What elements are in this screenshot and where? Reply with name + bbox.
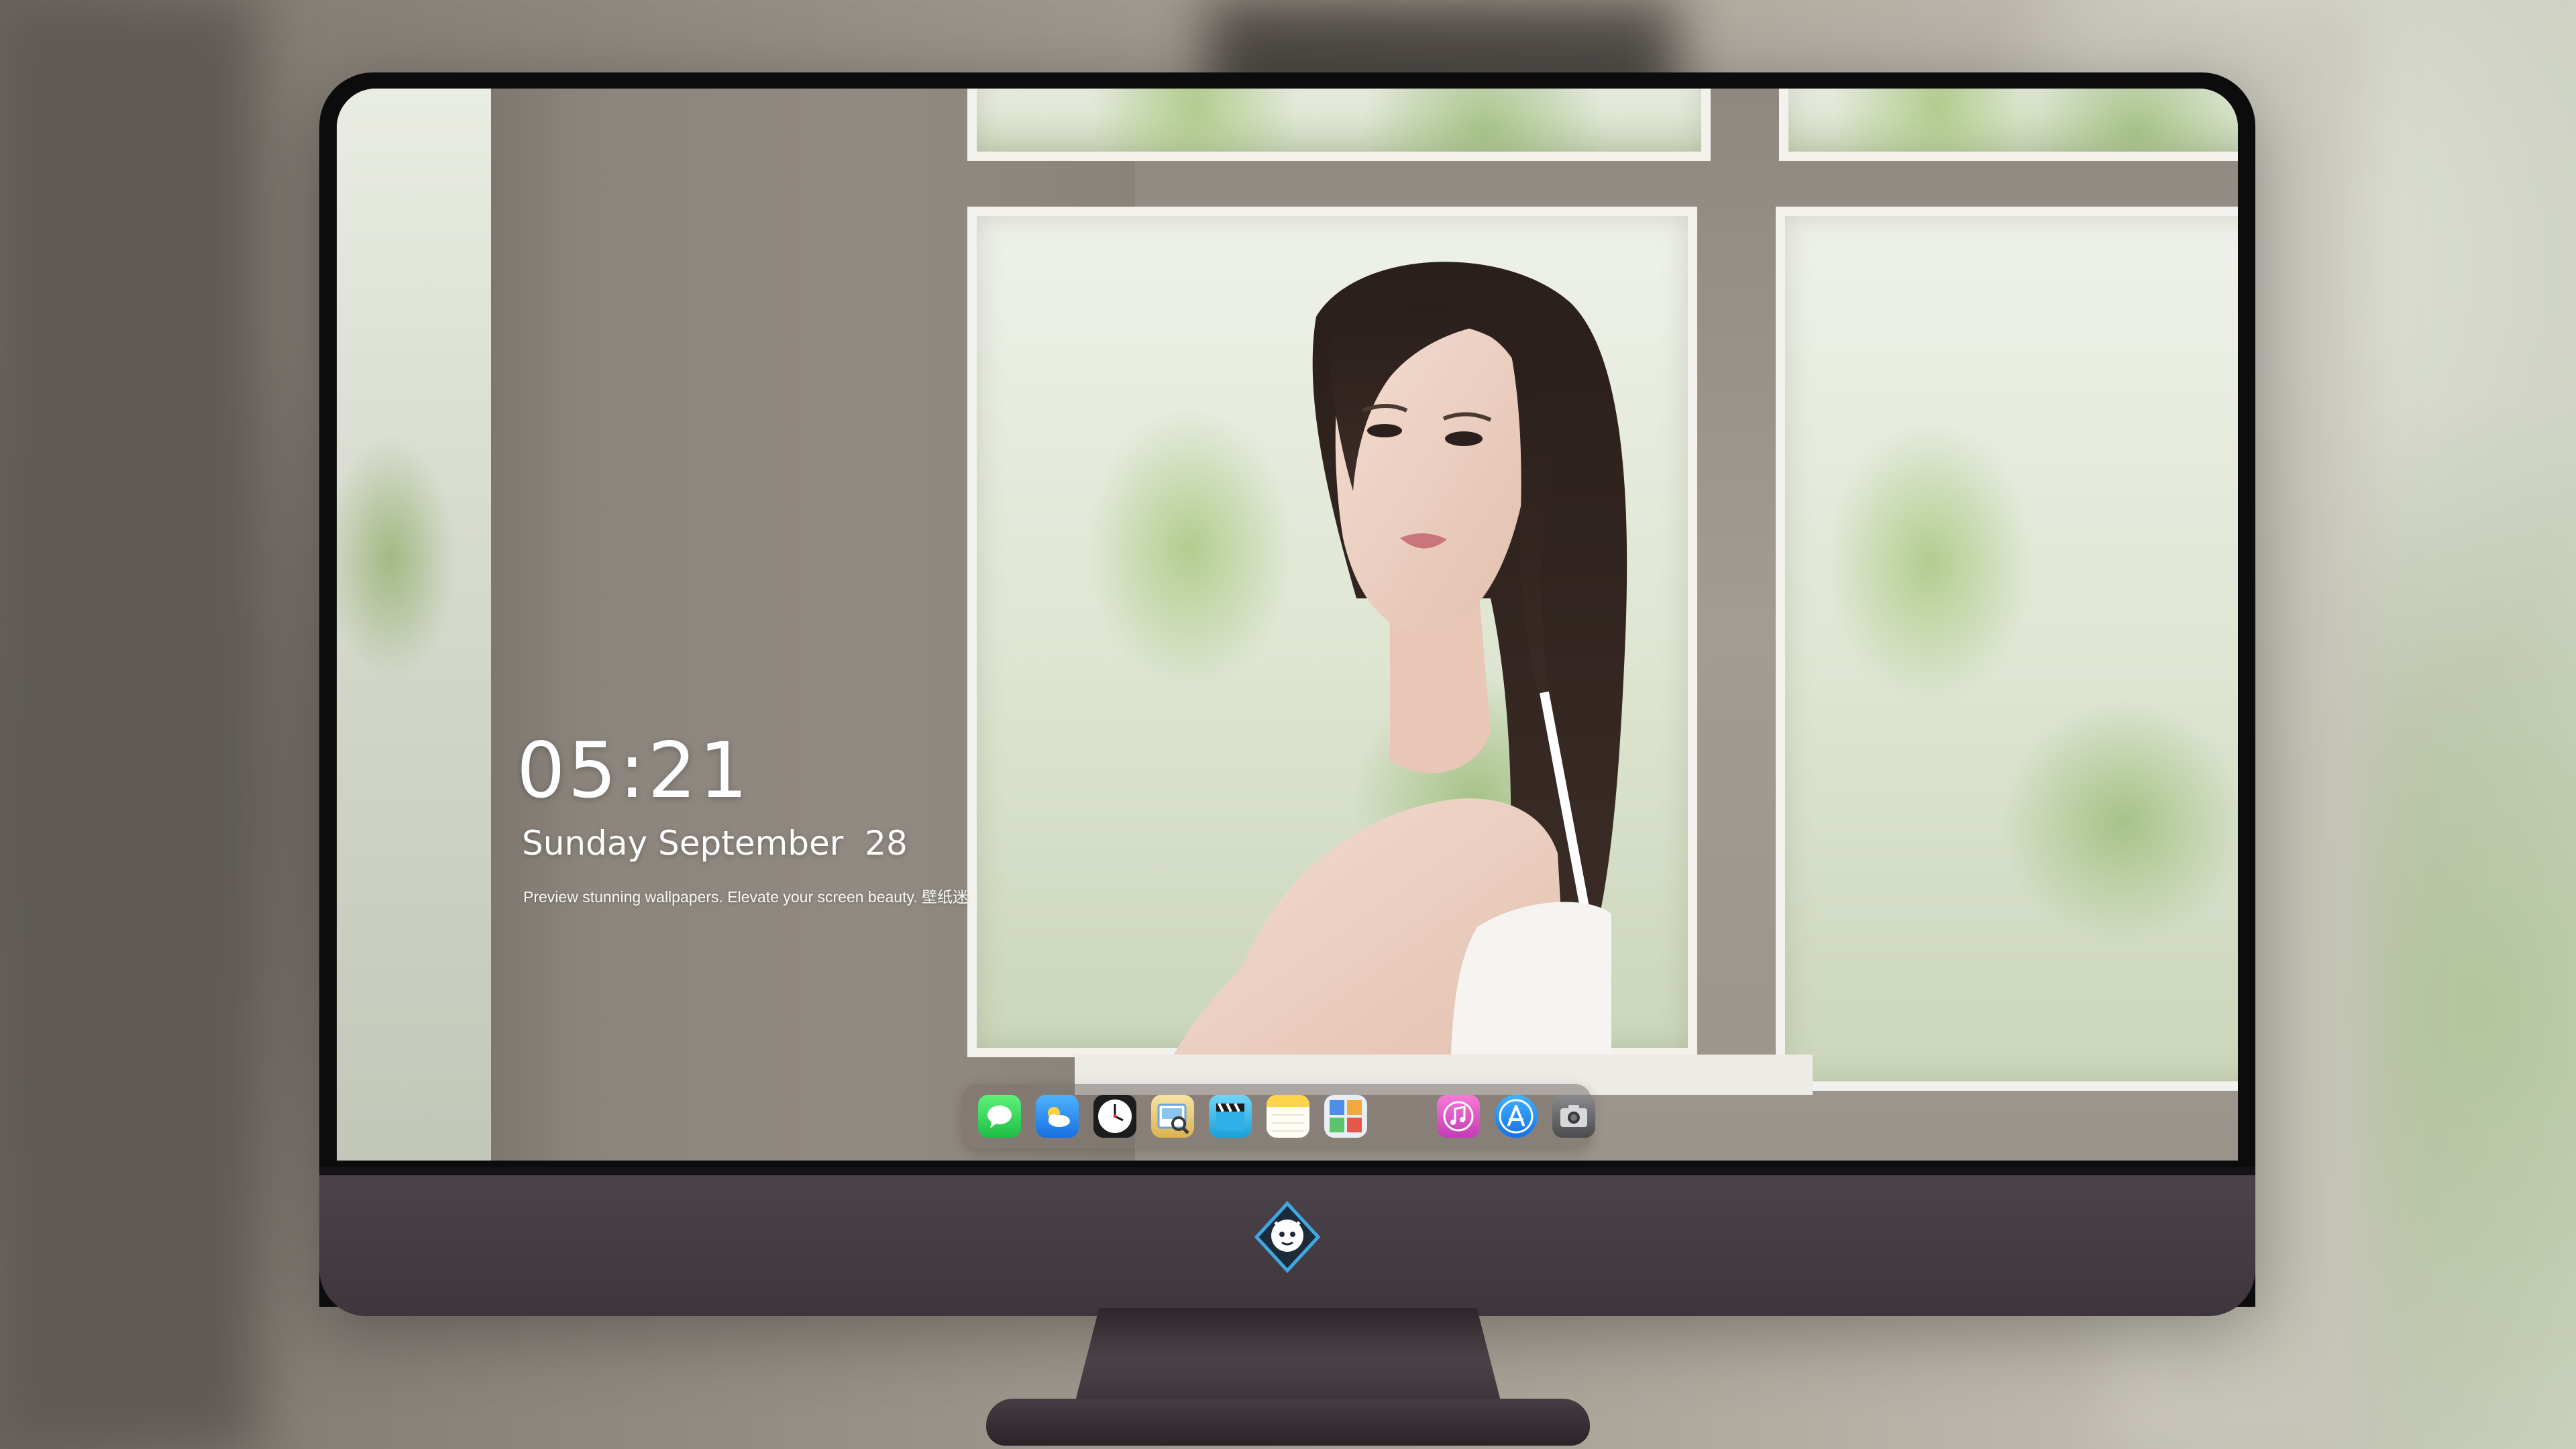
lockscreen-tagline: Preview stunning wallpapers. Elevate you… bbox=[523, 888, 969, 906]
preview-icon[interactable] bbox=[1151, 1095, 1194, 1138]
claquette-icon[interactable] bbox=[1209, 1095, 1252, 1138]
lockscreen-clock: 05:21 bbox=[517, 726, 751, 815]
wallpaper-window-pane bbox=[1779, 89, 2238, 161]
wallpaper-window-pane bbox=[967, 89, 1711, 161]
weather-icon[interactable] bbox=[1036, 1095, 1079, 1138]
dock bbox=[962, 1084, 1595, 1148]
wallpaper-left-window bbox=[337, 89, 491, 1161]
notes-icon[interactable] bbox=[1267, 1095, 1309, 1138]
background-scene: 05:21 Sunday September 28 Preview stunni… bbox=[0, 0, 2576, 1449]
app-store-icon[interactable] bbox=[1495, 1095, 1538, 1138]
wallpaper-window-pane bbox=[1776, 207, 2238, 1091]
photo-booth-icon[interactable] bbox=[1324, 1095, 1367, 1138]
wallpaper-portrait bbox=[1075, 262, 1813, 1095]
monitor-bezel: 05:21 Sunday September 28 Preview stunni… bbox=[319, 72, 2255, 1307]
wallpaper-app-logo bbox=[1254, 1201, 1321, 1273]
monitor-stand bbox=[1073, 1308, 1503, 1409]
itunes-icon[interactable] bbox=[1437, 1095, 1480, 1138]
lockscreen-date: Sunday September 28 bbox=[522, 824, 908, 863]
clock-icon[interactable] bbox=[1093, 1095, 1136, 1138]
camera-icon[interactable] bbox=[1552, 1095, 1595, 1138]
monitor-stand-base bbox=[986, 1399, 1590, 1446]
bg-left-wall bbox=[0, 0, 255, 1449]
messages-icon[interactable] bbox=[978, 1095, 1021, 1138]
desktop-screen: 05:21 Sunday September 28 Preview stunni… bbox=[337, 89, 2238, 1161]
